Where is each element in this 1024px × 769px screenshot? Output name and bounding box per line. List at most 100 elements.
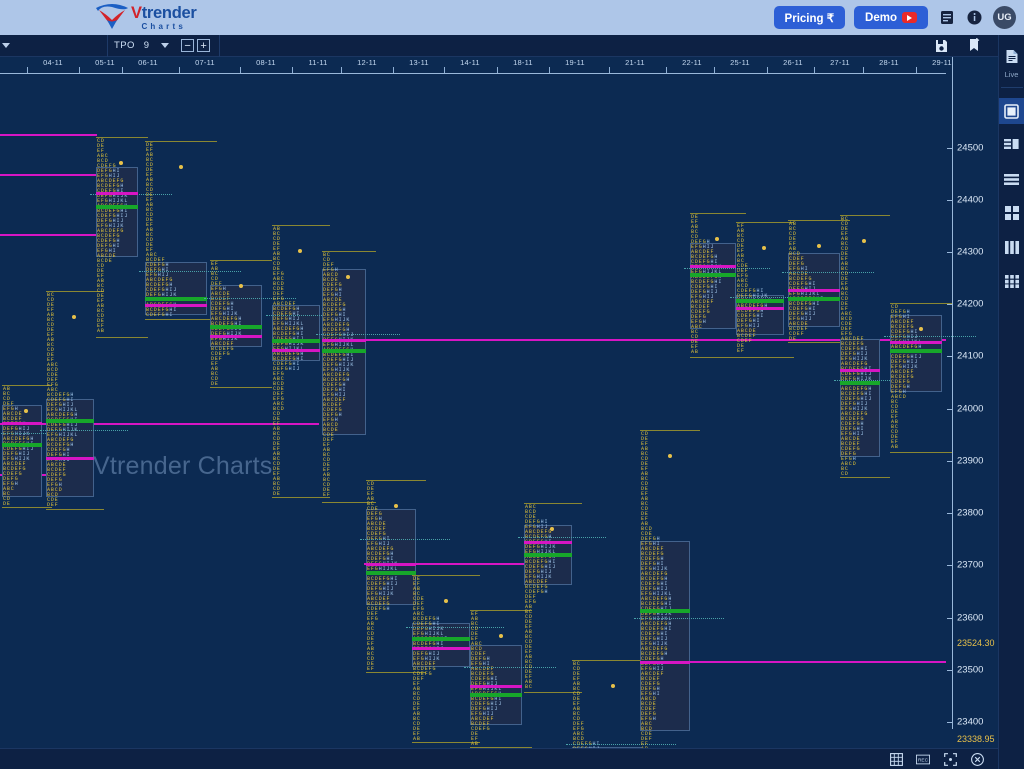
price-axis: 24500 24400 24300 24200 24100 24000 23900 23800…	[946, 57, 998, 748]
price-highlight-label: 23524.30	[957, 638, 995, 648]
initial-balance-high	[640, 430, 700, 431]
single-print-marker	[634, 618, 724, 619]
initial-balance-high	[412, 575, 480, 576]
point-of-control-line	[322, 349, 366, 353]
single-print-marker	[316, 334, 400, 335]
close-icon[interactable]	[970, 752, 984, 766]
value-area-high-line	[690, 265, 736, 268]
sidebar-item-document[interactable]	[999, 43, 1024, 69]
value-area-high-line	[412, 647, 470, 650]
initial-balance-high	[2, 385, 52, 386]
date-tick-label: 19-11	[565, 58, 585, 67]
value-area-high-line	[366, 563, 416, 566]
price-tick-label: 24300	[957, 246, 984, 258]
single-print-marker	[684, 268, 770, 269]
bottom-bar: REC	[0, 748, 998, 769]
initial-balance-low	[96, 337, 148, 338]
single-print-marker	[360, 539, 450, 540]
price-tick-label: 23700	[957, 559, 984, 571]
price-tick-label: 24200	[957, 298, 984, 310]
tpo-mode-value[interactable]: 9	[144, 40, 149, 51]
sidebar-item-columns-layout[interactable]	[999, 234, 1024, 260]
date-tick-label: 05-11	[95, 58, 115, 67]
single-print-marker	[464, 667, 556, 668]
caret-down-icon[interactable]	[2, 43, 10, 48]
pricing-button[interactable]: Pricing ₹	[773, 6, 846, 29]
opening-print-dot	[499, 634, 503, 638]
initial-balance-high	[890, 303, 952, 304]
value-area-high-line	[890, 341, 942, 344]
save-icon[interactable]	[932, 36, 951, 55]
price-tick	[947, 148, 953, 149]
price-tick	[947, 565, 953, 566]
zoom-out-button[interactable]: −	[181, 39, 195, 52]
date-tick-label: 27-11	[830, 58, 850, 67]
value-area-high-line	[145, 304, 207, 307]
opening-print-dot	[298, 249, 302, 253]
logo-letter-v: V	[131, 4, 142, 22]
initial-balance-low	[736, 357, 794, 358]
market-profile-chart[interactable]: 04-11 05-11 06-11 07-11 08-11 11-11 12-11 13-11…	[0, 57, 998, 748]
opening-print-dot	[817, 244, 821, 248]
chart-toolbar: TPO 9 − +	[0, 34, 998, 57]
point-of-control-line	[736, 299, 784, 303]
price-highlight-label: 23338.95	[957, 734, 995, 744]
point-of-control-line	[46, 419, 94, 423]
initial-balance-low	[2, 507, 52, 508]
sidebar-item-quad-layout[interactable]	[999, 200, 1024, 226]
point-of-control-line	[96, 205, 138, 209]
single-print-marker	[782, 272, 874, 273]
sidebar-item-grid-layout[interactable]	[999, 268, 1024, 294]
initial-balance-high	[210, 260, 272, 261]
tpo-letter-row: BC	[525, 684, 533, 690]
tpo-letter-row: EF	[323, 492, 331, 498]
tpo-caret-down-icon[interactable]	[161, 43, 170, 48]
vtrender-logo[interactable]: Vtrender Charts	[94, 2, 197, 31]
symbol-selector[interactable]	[0, 34, 108, 57]
point-of-control-line	[840, 381, 880, 385]
bookmark-add-icon[interactable]	[965, 36, 984, 55]
initial-balance-high	[46, 291, 104, 292]
sidebar-item-single-pane-layout[interactable]	[998, 98, 1024, 124]
rec-icon[interactable]: REC	[916, 752, 930, 766]
date-tick-label: 04-11	[43, 58, 63, 67]
list-icon[interactable]	[937, 8, 956, 27]
point-of-control-line	[412, 637, 470, 641]
toolbar-right-actions	[932, 36, 998, 55]
demo-button[interactable]: Demo	[854, 6, 928, 29]
price-tick	[947, 461, 953, 462]
sidebar-item-rows-layout[interactable]	[999, 166, 1024, 192]
pricing-button-label: Pricing ₹	[784, 12, 835, 25]
date-tick-label: 14-11	[460, 58, 480, 67]
zoom-in-button[interactable]: +	[197, 39, 211, 52]
header-actions: Pricing ₹ Demo UG	[773, 0, 1016, 35]
initial-balance-low	[840, 477, 890, 478]
tpo-letter-row: EF	[737, 348, 745, 354]
opening-print-dot	[346, 275, 350, 279]
price-tick-label: 23400	[957, 716, 984, 728]
single-print-marker	[884, 335, 976, 337]
grid-icon[interactable]	[889, 752, 903, 766]
opening-print-dot	[550, 527, 554, 531]
point-of-control-line	[788, 297, 840, 301]
point-of-control-line	[470, 693, 522, 697]
avatar[interactable]: UG	[993, 6, 1016, 29]
date-tick-label: 08-11	[256, 58, 276, 67]
price-tick-label: 24500	[957, 142, 984, 154]
fullscreen-icon[interactable]	[943, 752, 957, 766]
price-axis-rule	[952, 57, 953, 729]
opening-print-dot	[179, 165, 183, 169]
price-tick	[947, 722, 953, 723]
tpo-letter-row: DEF	[47, 502, 59, 508]
info-icon[interactable]	[965, 8, 984, 27]
opening-print-dot	[72, 315, 76, 319]
initial-balance-low	[210, 387, 272, 388]
sidebar-item-split-pane-layout[interactable]	[999, 132, 1024, 158]
value-area-high-line	[640, 661, 690, 664]
logo-subtitle: Charts	[141, 21, 186, 31]
opening-print-dot	[715, 237, 719, 241]
profile-plot-area[interactable]: ABBCCDDEFEFGHABCDEBCDEFCDEFGHDEFGHIJEFGH…	[0, 74, 976, 748]
date-tick-label: 25-11	[730, 58, 750, 67]
point-of-control-line	[145, 297, 207, 301]
date-tick-label: 13-11	[409, 58, 429, 67]
